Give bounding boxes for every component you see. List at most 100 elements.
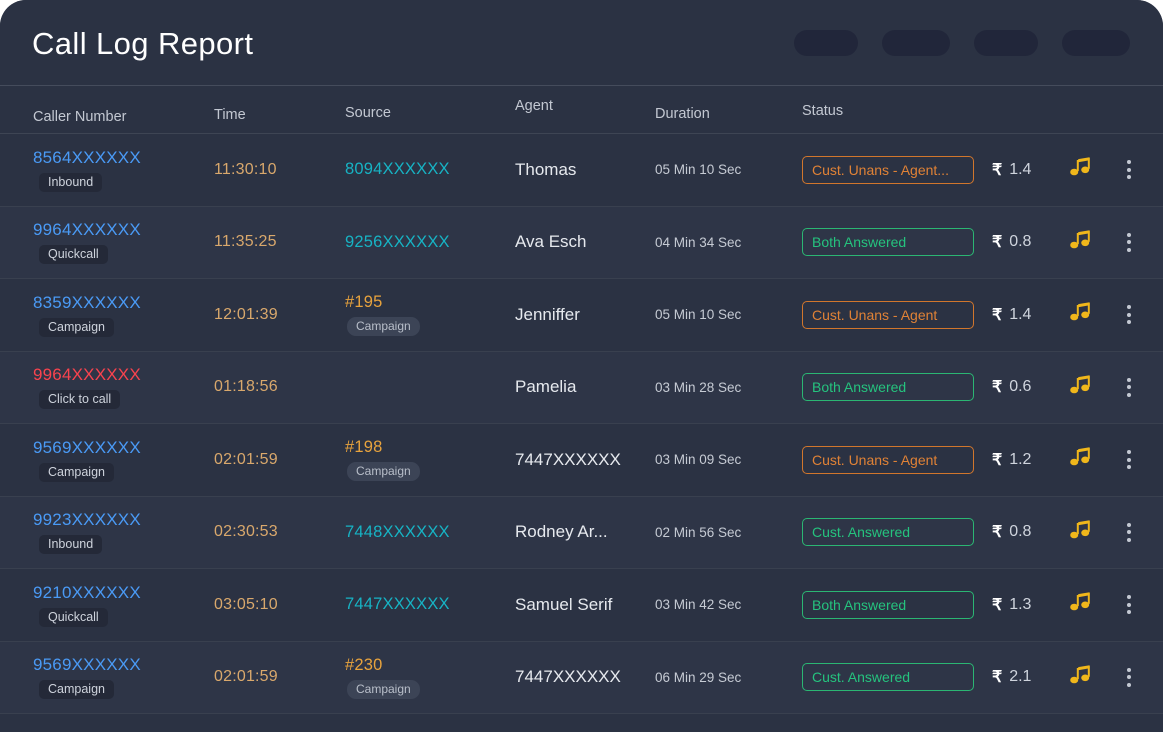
cell-audio[interactable]	[1070, 447, 1112, 472]
cell-price: ₹1.4	[992, 160, 1070, 180]
header-pill-2[interactable]	[882, 30, 950, 56]
table-row[interactable]: 9569XXXXXXCampaign02:01:59#230Campaign74…	[0, 642, 1163, 715]
call-time: 11:35:25	[214, 233, 345, 251]
status-badge: Cust. Unans - Agent	[802, 301, 974, 329]
cell-audio[interactable]	[1070, 665, 1112, 690]
caller-type-tag: Inbound	[39, 535, 102, 554]
table-row[interactable]: 9964XXXXXXClick to call01:18:56Pamelia03…	[0, 352, 1163, 425]
cell-caller-number[interactable]: 9569XXXXXXCampaign	[0, 438, 214, 482]
vertical-dots-icon[interactable]	[1112, 450, 1146, 469]
call-log-rows: 8564XXXXXXInbound11:30:108094XXXXXXThoma…	[0, 134, 1163, 714]
header-pill-4[interactable]	[1062, 30, 1130, 56]
source-campaign-id[interactable]: #230	[345, 656, 515, 675]
cell-audio[interactable]	[1070, 302, 1112, 327]
cell-agent: Rodney Ar...	[515, 522, 655, 542]
vertical-dots-icon[interactable]	[1112, 233, 1146, 252]
agent-name: 7447XXXXXX	[515, 667, 655, 687]
rupee-icon: ₹	[992, 522, 1002, 542]
header-pill-1[interactable]	[794, 30, 858, 56]
header-pill-3[interactable]	[974, 30, 1038, 56]
cell-audio[interactable]	[1070, 230, 1112, 255]
vertical-dots-icon[interactable]	[1112, 378, 1146, 397]
cell-time: 01:18:56	[214, 378, 345, 396]
call-time: 02:01:59	[214, 451, 345, 469]
cell-menu[interactable]	[1112, 595, 1146, 614]
caller-number[interactable]: 9210XXXXXX	[33, 583, 214, 603]
call-time: 01:18:56	[214, 378, 345, 396]
cell-menu[interactable]	[1112, 233, 1146, 252]
cell-caller-number[interactable]: 9210XXXXXXQuickcall	[0, 583, 214, 627]
cell-caller-number[interactable]: 9569XXXXXX Campaign	[0, 655, 214, 699]
music-note-icon[interactable]	[1070, 665, 1112, 690]
vertical-dots-icon[interactable]	[1112, 160, 1146, 179]
cell-source: 8094XXXXXX	[345, 160, 515, 179]
source-number[interactable]: 7447XXXXXX	[345, 595, 515, 614]
table-row[interactable]: 9569XXXXXXCampaign02:01:59#198Campaign74…	[0, 424, 1163, 497]
music-note-icon[interactable]	[1070, 375, 1112, 400]
cell-caller-number[interactable]: 9964XXXXXXClick to call	[0, 365, 214, 409]
cell-menu[interactable]	[1112, 450, 1146, 469]
cell-menu[interactable]	[1112, 378, 1146, 397]
cell-caller-number[interactable]: 8564XXXXXXInbound	[0, 148, 214, 192]
table-row[interactable]: 9210XXXXXXQuickcall03:05:107447XXXXXXSam…	[0, 569, 1163, 642]
price-value: 0.6	[1009, 378, 1031, 396]
table-row[interactable]: 9964XXXXXXQuickcall11:35:259256XXXXXXAva…	[0, 207, 1163, 280]
table-row[interactable]: 8359XXXXXXCampaign12:01:39#195CampaignJe…	[0, 279, 1163, 352]
price-value: 1.4	[1009, 161, 1031, 179]
vertical-dots-icon[interactable]	[1112, 523, 1146, 542]
caller-type-tag: Campaign	[39, 680, 114, 699]
music-note-icon[interactable]	[1070, 592, 1112, 617]
table-column-headers: Caller Number Time Source Agent Duration…	[0, 86, 1163, 134]
status-badge: Both Answered	[802, 591, 974, 619]
cell-audio[interactable]	[1070, 520, 1112, 545]
caller-number[interactable]: 8359XXXXXX	[33, 293, 214, 313]
music-note-icon[interactable]	[1070, 520, 1112, 545]
cell-caller-number[interactable]: 9964XXXXXX Quickcall	[0, 220, 214, 264]
caller-number[interactable]: 9964XXXXXX	[33, 365, 214, 385]
table-row[interactable]: 8564XXXXXXInbound11:30:108094XXXXXXThoma…	[0, 134, 1163, 207]
caller-number[interactable]: 9569XXXXXX	[33, 655, 214, 675]
caller-number[interactable]: 8564XXXXXX	[33, 148, 214, 168]
cell-agent: Thomas	[515, 160, 655, 180]
cell-audio[interactable]	[1070, 592, 1112, 617]
music-note-icon[interactable]	[1070, 447, 1112, 472]
cell-duration: 05 Min 10 Sec	[655, 307, 802, 322]
music-note-icon[interactable]	[1070, 230, 1112, 255]
cell-audio[interactable]	[1070, 157, 1112, 182]
column-header-duration: Duration	[655, 106, 802, 125]
caller-number[interactable]: 9923XXXXXX	[33, 510, 214, 530]
cell-menu[interactable]	[1112, 305, 1146, 324]
status-badge: Cust. Unans - Agent...	[802, 156, 974, 184]
music-note-icon[interactable]	[1070, 302, 1112, 327]
cell-audio[interactable]	[1070, 375, 1112, 400]
source-number[interactable]: 9256XXXXXX	[345, 233, 515, 252]
caller-type-tag: Quickcall	[39, 245, 108, 264]
agent-name: Jenniffer	[515, 305, 655, 325]
source-campaign-id[interactable]: #198	[345, 438, 515, 457]
source-number[interactable]: 7448XXXXXX	[345, 523, 515, 542]
cell-source: 7447XXXXXX	[345, 595, 515, 614]
rupee-icon: ₹	[992, 377, 1002, 397]
vertical-dots-icon[interactable]	[1112, 305, 1146, 324]
table-row[interactable]: 9923XXXXXXInbound02:30:537448XXXXXXRodne…	[0, 497, 1163, 570]
vertical-dots-icon[interactable]	[1112, 595, 1146, 614]
cell-duration: 03 Min 28 Sec	[655, 380, 802, 395]
agent-name: 7447XXXXXX	[515, 450, 655, 470]
caller-number[interactable]: 9569XXXXXX	[33, 438, 214, 458]
price-value: 1.3	[1009, 596, 1031, 614]
source-campaign-id[interactable]: #195	[345, 293, 515, 312]
caller-number[interactable]: 9964XXXXXX	[33, 220, 214, 240]
cell-caller-number[interactable]: 8359XXXXXXCampaign	[0, 293, 214, 337]
vertical-dots-icon[interactable]	[1112, 668, 1146, 687]
cell-menu[interactable]	[1112, 523, 1146, 542]
report-header: Call Log Report	[0, 0, 1163, 86]
call-price: ₹2.1	[992, 667, 1070, 687]
call-price: ₹1.4	[992, 160, 1070, 180]
cell-caller-number[interactable]: 9923XXXXXX Inbound	[0, 510, 214, 554]
call-duration: 05 Min 10 Sec	[655, 307, 802, 322]
source-number[interactable]: 8094XXXXXX	[345, 160, 515, 179]
cell-menu[interactable]	[1112, 160, 1146, 179]
music-note-icon[interactable]	[1070, 157, 1112, 182]
cell-duration: 04 Min 34 Sec	[655, 235, 802, 250]
cell-menu[interactable]	[1112, 668, 1146, 687]
